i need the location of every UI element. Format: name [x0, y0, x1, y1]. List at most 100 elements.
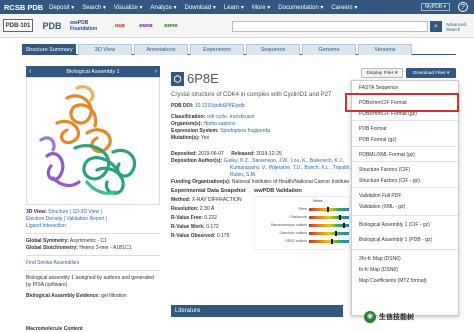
dropdown-item-sf-cif[interactable]: Structure Factors (CIF) — [359, 167, 410, 173]
dropdown-item-pdbml[interactable]: PDBML/XML Format (gz) — [359, 152, 415, 158]
validation-slider-graphic[interactable]: Metric Rfree Clashscore Ramachandran out… — [254, 196, 350, 250]
dropdown-item-validation-xml[interactable]: Validation (XML - gz) — [359, 204, 405, 210]
doi-link[interactable]: 10.2210/pdb6P8E/pdb — [195, 103, 245, 109]
pdb-logo[interactable]: PDB — [36, 19, 68, 32]
rfree-label: R-Value Free: — [171, 215, 203, 221]
view-label: 3D View: — [26, 209, 47, 215]
mypdb-button[interactable]: MyPDB ▾ — [421, 3, 450, 11]
macromolecule-content-heading: Macromolecule Content — [26, 326, 83, 332]
dropdown-divider — [352, 249, 458, 250]
dropdown-item-assembly-pdb[interactable]: Biological Assembly 1 (PDB - gz) — [359, 237, 432, 243]
rfree-row: R-Value Free: 0.222 — [171, 215, 217, 221]
question-icon[interactable]: ? — [458, 2, 468, 12]
pdb101-logo[interactable]: PDB-101 — [3, 19, 33, 32]
menu-analyze[interactable]: Analyze ▾ — [151, 4, 177, 11]
authors-links[interactable]: Guiley, K.Z., Stevenson, J.W., Lou, K., … — [224, 158, 345, 164]
menu-visualize[interactable]: Visualize ▾ — [114, 4, 143, 11]
divider — [26, 270, 160, 271]
chevron-left-icon[interactable]: ‹ — [29, 66, 31, 77]
assembly-note: Biological assembly 1 assigned by author… — [26, 275, 154, 288]
logo-search-row: PDB-101 PDB wwPDB Foundation NDB EMDB BM… — [0, 14, 474, 38]
assembly-header: ‹ Biological Assembly 1 › — [26, 66, 160, 77]
similar-assemblies-row: Find Similar Assemblies — [26, 260, 160, 267]
dropdown-item-validation-pdf[interactable]: Validation Full PDF — [359, 193, 401, 199]
metric-title: Metric — [313, 199, 323, 203]
metric-marker — [331, 239, 333, 244]
search-icon[interactable]: ⌕ — [430, 21, 442, 32]
rwork-label: R-Value Work: — [171, 224, 205, 230]
watermark: ◉ 生信技能树 — [364, 306, 470, 328]
metric-bar — [309, 208, 349, 211]
classification-link[interactable]: cell cycle, transferase — [207, 114, 255, 120]
robs-label: R-Value Observed: — [171, 233, 216, 239]
expression-row: Expression System: Spodoptera frugiperda — [171, 128, 270, 134]
literature-heading[interactable]: Literature — [171, 305, 343, 317]
robs-value: 0.175 — [216, 233, 230, 239]
resolution-row: Resolution: 2.30 Å — [171, 206, 214, 212]
metric-label: Sidechain outliers — [279, 231, 307, 235]
metric-bar — [309, 232, 349, 235]
dropdown-item-2fofc-map[interactable]: 2fo-fc Map (DSN6) — [359, 256, 401, 262]
tab-sequence[interactable]: Sequence — [246, 44, 300, 55]
authors-links-3[interactable]: Rubin, S.M. — [230, 172, 256, 178]
metric-marker — [335, 231, 337, 236]
chevron-right-icon[interactable]: › — [155, 66, 157, 77]
advanced-search-link[interactable]: Advanced Search — [446, 22, 474, 32]
dropdown-item-fofc-map[interactable]: fo-fc Map (DSN6) — [359, 267, 398, 273]
organism-link[interactable]: Homo sapiens — [204, 121, 236, 127]
menu-documentation[interactable]: Documentation ▾ — [278, 4, 323, 11]
structure-viewer[interactable] — [26, 77, 160, 205]
menu-download[interactable]: Download ▾ — [185, 4, 216, 11]
metric-row: RSRZ outliers — [255, 239, 351, 244]
menu-search[interactable]: Search ▾ — [82, 4, 106, 11]
dropdown-divider — [352, 120, 458, 121]
doi-row: PDB DOI: 10.2210/pdb6P8E/pdb — [171, 103, 245, 109]
dropdown-item-sf-cif-gz[interactable]: Structure Factors (CIF - gz) — [359, 178, 420, 184]
menu-learn[interactable]: Learn ▾ — [224, 4, 244, 11]
expression-link[interactable]: Spodoptera frugiperda — [220, 128, 270, 134]
menu-careers[interactable]: Careers ▾ — [331, 4, 357, 11]
divider — [26, 233, 160, 234]
structure-links[interactable]: Structure | 1D-3D View | — [48, 209, 102, 215]
tab-experiment[interactable]: Experiment — [190, 44, 244, 55]
tab-3d-view[interactable]: 3D View — [78, 44, 132, 55]
watermark-text: 生信技能树 — [379, 314, 414, 321]
menu-more[interactable]: More ▾ — [252, 4, 270, 11]
metric-label: Rfree — [298, 207, 307, 211]
metric-row: Clashscore — [255, 215, 351, 220]
mutation-value: Yes — [200, 135, 210, 141]
dropdown-item-pdb[interactable]: PDB Format — [359, 126, 387, 132]
organism-row: Organism(s): Homo sapiens — [171, 121, 235, 127]
authors-links-2[interactable]: Kumarasamy, V., Wijeratne, T.U., Bunch, … — [230, 165, 358, 171]
density-links[interactable]: Electron Density | Validation Report | — [26, 216, 107, 222]
menu-deposit[interactable]: Deposit ▾ — [49, 4, 74, 11]
search-input[interactable] — [232, 21, 428, 32]
dropdown-item-map-coefficients[interactable]: Map Coefficients (MTZ format) — [359, 278, 427, 284]
symmetry-label: Global Symmetry: — [26, 238, 69, 244]
assembly-title: Biological Assembly 1 — [66, 68, 120, 75]
similar-assemblies-link[interactable]: Find Similar Assemblies — [26, 260, 79, 266]
site-brand[interactable]: RCSB PDB — [0, 3, 49, 12]
ligand-interaction-link[interactable]: Ligand Interaction — [26, 223, 66, 229]
dropdown-item-pdb-gz[interactable]: PDB Format (gz) — [359, 137, 397, 143]
bmrb-logo[interactable]: BMRB — [160, 19, 182, 32]
dropdown-item-assembly-cif[interactable]: Biological Assembly 1 (CIF - gz) — [359, 222, 430, 228]
stoichiometry-value: Hetero 3-mer - A1B1C1 — [79, 245, 132, 251]
dropdown-divider — [352, 146, 458, 147]
ndb-logo[interactable]: NDB — [108, 19, 132, 32]
tab-structure-summary[interactable]: Structure Summary — [22, 44, 76, 55]
resolution-label: Resolution: — [171, 206, 199, 212]
tab-genome[interactable]: Genome — [302, 44, 356, 55]
view-links: 3D View: Structure | 1D-3D View | Electr… — [26, 209, 160, 230]
emdb-logo[interactable]: EMDB — [134, 19, 158, 32]
dropdown-item-fasta[interactable]: FASTA Sequence — [359, 85, 398, 91]
deposited-row: Deposited: 2019-06-07 Released: 2019-12-… — [171, 151, 282, 157]
tab-versions[interactable]: Versions — [358, 44, 412, 55]
download-files-button[interactable]: Download Files ▾ — [406, 68, 456, 78]
method-row: Method: X-RAY DIFFRACTION — [171, 197, 242, 203]
entry-id: 6P8E — [187, 71, 219, 86]
wwpdb-logo[interactable]: wwPDB Foundation — [70, 19, 106, 32]
metric-label: Ramachandran outliers — [270, 223, 307, 227]
display-files-button[interactable]: Display Files ▾ — [361, 68, 403, 78]
tab-annotations[interactable]: Annotations — [134, 44, 188, 55]
